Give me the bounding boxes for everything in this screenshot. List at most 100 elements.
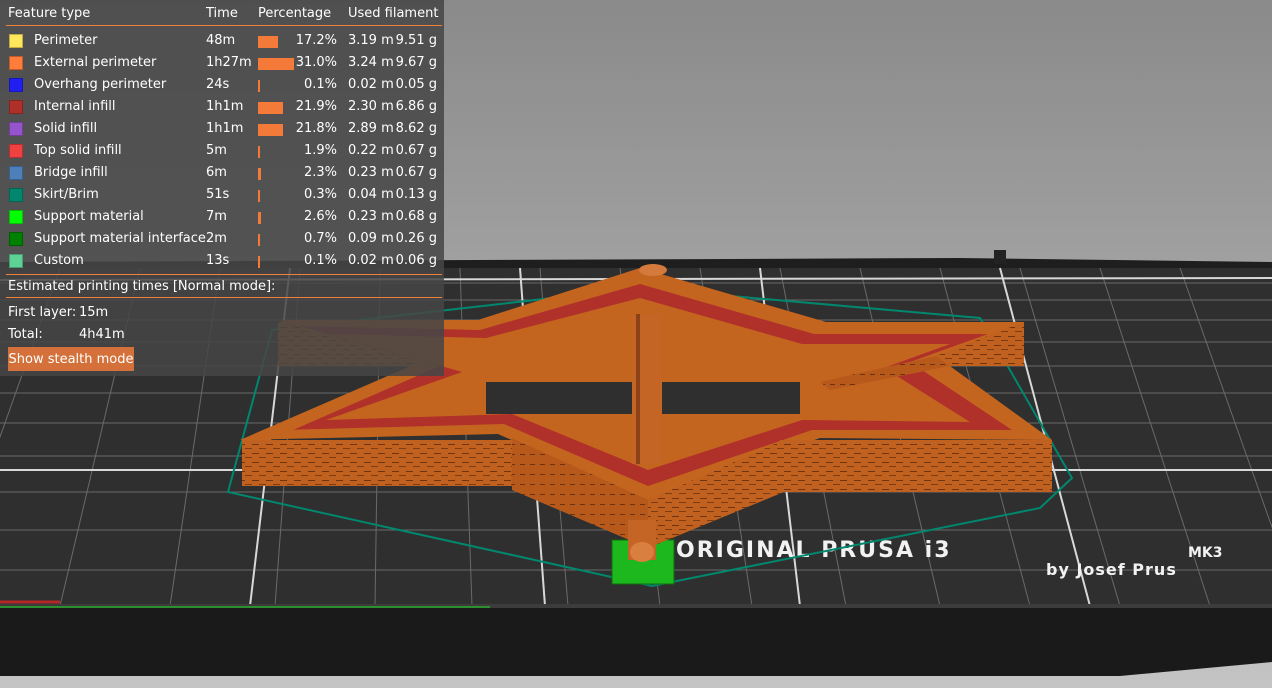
show-stealth-mode-button[interactable]: Show stealth mode bbox=[8, 347, 134, 371]
percentage-bar bbox=[258, 190, 260, 202]
feature-mass: 9.51 g bbox=[395, 33, 437, 48]
feature-time: 7m bbox=[206, 209, 227, 224]
feature-mass: 0.68 g bbox=[395, 209, 437, 224]
feature-name: Custom bbox=[34, 253, 84, 268]
legend-row: Custom 13s 0.1% 0.02 m 0.06 g bbox=[0, 249, 444, 271]
feature-time: 24s bbox=[206, 77, 230, 92]
legend-row: Support material interface 2m 0.7% 0.09 m 0.… bbox=[0, 227, 444, 249]
percentage-bar bbox=[258, 256, 260, 268]
times-separator bbox=[6, 274, 442, 275]
feature-percentage: 17.2% bbox=[295, 33, 337, 48]
legend-row: Bridge infill 6m 2.3% 0.23 m 0.67 g bbox=[0, 161, 444, 183]
total-value: 4h41m bbox=[79, 327, 125, 342]
feature-percentage: 21.9% bbox=[295, 99, 337, 114]
feature-name: Skirt/Brim bbox=[34, 187, 99, 202]
feature-name: Perimeter bbox=[34, 33, 98, 48]
feature-length: 0.09 m bbox=[348, 231, 394, 246]
percentage-bar bbox=[258, 234, 260, 246]
feature-percentage: 2.3% bbox=[303, 165, 337, 180]
feature-length: 2.30 m bbox=[348, 99, 394, 114]
legend-row: External perimeter 1h27m 31.0% 3.24 m 9.67 g bbox=[0, 51, 444, 73]
feature-name: Solid infill bbox=[34, 121, 98, 136]
color-swatch bbox=[9, 78, 23, 92]
times-title-separator bbox=[6, 297, 442, 298]
feature-time: 1h1m bbox=[206, 99, 244, 114]
color-swatch bbox=[9, 122, 23, 136]
feature-length: 0.23 m bbox=[348, 165, 394, 180]
feature-time: 48m bbox=[206, 33, 236, 48]
feature-percentage: 0.1% bbox=[303, 253, 337, 268]
header-time: Time bbox=[206, 6, 238, 21]
feature-mass: 0.67 g bbox=[395, 143, 437, 158]
feature-percentage: 21.8% bbox=[295, 121, 337, 136]
feature-mass: 0.13 g bbox=[395, 187, 437, 202]
feature-name: Overhang perimeter bbox=[34, 77, 167, 92]
color-swatch bbox=[9, 232, 23, 246]
first-layer-label: First layer: bbox=[8, 305, 77, 320]
color-swatch bbox=[9, 188, 23, 202]
feature-name: External perimeter bbox=[34, 55, 157, 70]
feature-mass: 9.67 g bbox=[395, 55, 437, 70]
feature-name: Support material interface bbox=[34, 231, 206, 246]
feature-length: 0.02 m bbox=[348, 253, 394, 268]
legend-row: Internal infill 1h1m 21.9% 2.30 m 6.86 g bbox=[0, 95, 444, 117]
feature-length: 0.23 m bbox=[348, 209, 394, 224]
feature-mass: 6.86 g bbox=[395, 99, 437, 114]
header-feature-type: Feature type bbox=[8, 6, 91, 21]
percentage-bar bbox=[258, 124, 283, 136]
color-swatch bbox=[9, 144, 23, 158]
total-label: Total: bbox=[8, 327, 43, 342]
feature-time: 1h27m bbox=[206, 55, 252, 70]
feature-name: Top solid infill bbox=[34, 143, 122, 158]
feature-length: 0.04 m bbox=[348, 187, 394, 202]
feature-percentage: 2.6% bbox=[303, 209, 337, 224]
legend-row: Perimeter 48m 17.2% 3.19 m 9.51 g bbox=[0, 29, 444, 51]
percentage-bar bbox=[258, 212, 261, 224]
feature-name: Internal infill bbox=[34, 99, 116, 114]
percentage-bar bbox=[258, 168, 261, 180]
feature-name: Bridge infill bbox=[34, 165, 108, 180]
legend-row: Skirt/Brim 51s 0.3% 0.04 m 0.13 g bbox=[0, 183, 444, 205]
feature-length: 0.02 m bbox=[348, 77, 394, 92]
feature-length: 0.22 m bbox=[348, 143, 394, 158]
feature-mass: 0.06 g bbox=[395, 253, 437, 268]
feature-time: 2m bbox=[206, 231, 227, 246]
legend-row: Solid infill 1h1m 21.8% 2.89 m 8.62 g bbox=[0, 117, 444, 139]
feature-percentage: 31.0% bbox=[295, 55, 337, 70]
color-swatch bbox=[9, 254, 23, 268]
percentage-bar bbox=[258, 58, 294, 70]
feature-percentage: 0.1% bbox=[303, 77, 337, 92]
first-layer-value: 15m bbox=[79, 305, 109, 320]
bed-brand-byline: by Josef Prus bbox=[1046, 560, 1177, 579]
feature-percentage: 0.3% bbox=[303, 187, 337, 202]
feature-mass: 0.26 g bbox=[395, 231, 437, 246]
legend-row: Top solid infill 5m 1.9% 0.22 m 0.67 g bbox=[0, 139, 444, 161]
feature-length: 3.19 m bbox=[348, 33, 394, 48]
feature-time: 1h1m bbox=[206, 121, 244, 136]
feature-time: 51s bbox=[206, 187, 230, 202]
feature-time: 13s bbox=[206, 253, 230, 268]
bed-brand-text: ORIGINAL PRUSA i3 bbox=[676, 538, 952, 563]
header-separator bbox=[6, 25, 442, 26]
legend-panel: Feature type Time Percentage Used filame… bbox=[0, 0, 444, 376]
bed-brand-model: MK3 bbox=[1188, 545, 1223, 561]
feature-time: 6m bbox=[206, 165, 227, 180]
legend-row: Overhang perimeter 24s 0.1% 0.02 m 0.05 g bbox=[0, 73, 444, 95]
feature-time: 5m bbox=[206, 143, 227, 158]
feature-percentage: 0.7% bbox=[303, 231, 337, 246]
feature-length: 2.89 m bbox=[348, 121, 394, 136]
estimated-times-title: Estimated printing times [Normal mode]: bbox=[8, 279, 276, 294]
legend-header: Feature type Time Percentage Used filame… bbox=[0, 3, 444, 25]
percentage-bar bbox=[258, 80, 260, 92]
header-used-filament: Used filament bbox=[348, 6, 439, 21]
percentage-bar bbox=[258, 146, 260, 158]
feature-length: 3.24 m bbox=[348, 55, 394, 70]
feature-percentage: 1.9% bbox=[303, 143, 337, 158]
color-swatch bbox=[9, 210, 23, 224]
color-swatch bbox=[9, 166, 23, 180]
percentage-bar bbox=[258, 102, 283, 114]
color-swatch bbox=[9, 100, 23, 114]
feature-mass: 0.67 g bbox=[395, 165, 437, 180]
feature-mass: 0.05 g bbox=[395, 77, 437, 92]
color-swatch bbox=[9, 34, 23, 48]
